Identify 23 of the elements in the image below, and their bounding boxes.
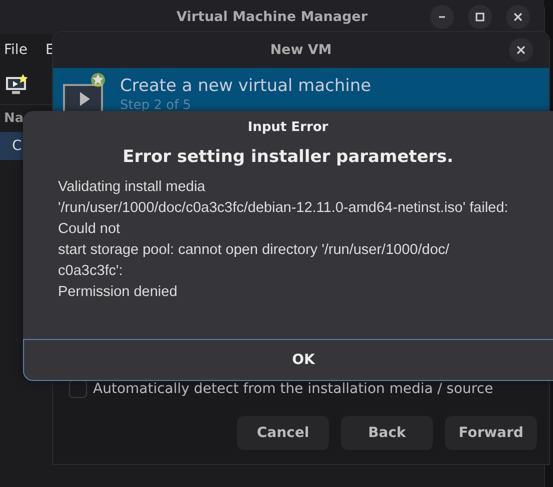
new-vm-icon[interactable] [5,74,29,96]
dialog-title: Input Error [246,119,330,135]
banner-title: Create a new virtual machine [120,75,372,97]
maximize-icon [474,11,486,23]
minimize-button[interactable] [430,5,454,29]
maximize-button[interactable] [468,5,492,29]
dialog-button[interactable]: Back [341,416,433,450]
step-label: Step 2 of 5 [120,97,192,115]
dialog-button[interactable]: Cancel [237,416,329,450]
close-button[interactable] [506,5,530,29]
column-header: Na [3,110,25,128]
window-title: Virtual Machine Manager [176,9,368,25]
error-message: Validating install media '/run/user/1000/doc/c0a3c3fc/debian-12.11.0-amd64-netinst.iso' failed: Could not start storage pool: cannot open directory '/run/user/1000/doc/ c0a3c3fc': Permission denied [57,178,510,302]
error-heading: Error setting installer parameters. [122,146,454,167]
checkbox-label: Automatically detect from the installation media / source [93,381,494,397]
close-icon [512,11,524,23]
dialog-button[interactable]: Forward [445,416,537,450]
ok-button[interactable]: OK [23,339,553,381]
close-button[interactable] [509,38,533,62]
window-title: New VM [270,42,332,58]
menu-item[interactable]: File [4,42,28,58]
close-icon [515,44,527,56]
minimize-icon [438,16,446,18]
